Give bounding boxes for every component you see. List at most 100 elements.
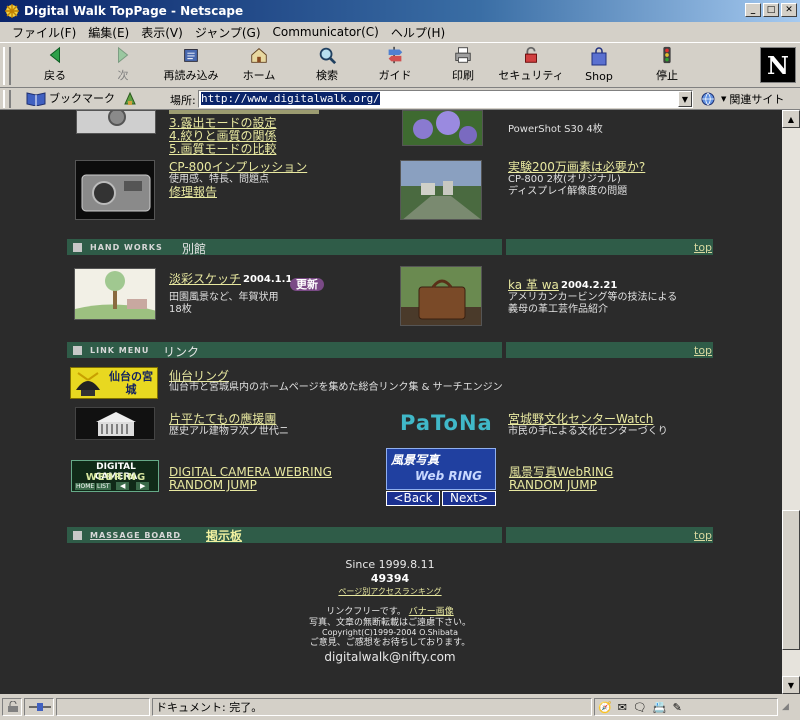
navigator-icon[interactable]: 🧭 — [598, 701, 612, 714]
url-input[interactable]: http://www.digitalwalk.org/ — [198, 90, 693, 108]
status-bar: ドキュメント: 完了。 🧭 ✉ 🗨 📇 ✎ ◢ — [0, 694, 800, 720]
dc-webring-link[interactable]: DIGITAL CAMERA WEBRING — [169, 465, 332, 479]
mail-icon[interactable]: ✉ — [618, 701, 627, 714]
shop-button[interactable]: Shop — [564, 45, 634, 87]
sendai-ring-banner[interactable]: 仙台の宮城 — [70, 367, 158, 399]
cp800-camera-image — [76, 161, 154, 219]
fukei-next-button[interactable]: Next> — [442, 491, 496, 506]
banner-image-link[interactable]: バナー画像 — [409, 607, 454, 617]
experiment-desc1: CP-800 2枚(オリジナル) — [508, 174, 621, 185]
fukei-random-jump-link[interactable]: RANDOM JUMP — [509, 478, 597, 492]
sketch-thumbnail[interactable] — [74, 268, 156, 320]
experiment-link[interactable]: 実験200万画素は必要か? — [508, 160, 645, 174]
location-grip[interactable] — [3, 90, 11, 108]
print-button[interactable]: 印刷 — [428, 45, 498, 87]
padlock-icon — [525, 46, 537, 63]
home-icon — [251, 48, 267, 63]
guide-signpost-icon — [388, 46, 403, 64]
scroll-up-button[interactable]: ▲ — [782, 110, 800, 128]
minimize-button[interactable]: _ — [745, 3, 761, 17]
hydrangea-thumbnail[interactable] — [402, 110, 483, 146]
leather-bag-thumbnail[interactable] — [400, 266, 482, 326]
newsgroup-icon[interactable]: 🗨 — [633, 701, 647, 714]
home-button[interactable]: ホーム — [224, 45, 294, 87]
patona-logo[interactable]: PaToNa — [400, 411, 493, 435]
kawa-desc2: 義母の革工芸作品紹介 — [508, 304, 608, 315]
katahira-link[interactable]: 片平たてもの應援團 — [169, 412, 276, 426]
menu-edit[interactable]: 編集(E) — [82, 24, 135, 41]
menu-help[interactable]: ヘルプ(H) — [385, 24, 451, 41]
city-view-photo — [401, 161, 481, 219]
section-bullet-icon — [73, 243, 82, 252]
resize-grip-icon[interactable]: ◢ — [782, 702, 796, 716]
dc-webring-random-jump-link[interactable]: RANDOM JUMP — [169, 478, 257, 492]
watercolor-sketch-image — [75, 269, 155, 319]
menu-view[interactable]: 表示(V) — [135, 24, 189, 41]
massage-board-link-en[interactable]: MASSAGE BOARD — [90, 531, 181, 540]
access-ranking-link[interactable]: ページ別アクセスランキング — [290, 586, 490, 597]
forward-button[interactable]: 次 — [88, 45, 158, 87]
menu-go[interactable]: ジャンプ(G) — [189, 24, 267, 41]
back-button[interactable]: 戻る — [20, 45, 90, 87]
guide-button[interactable]: ガイド — [360, 45, 430, 87]
dc-webring-home-button[interactable]: HOME — [75, 483, 96, 490]
dc-webring-next-icon[interactable]: ▶ — [136, 482, 150, 490]
experiment-desc2: ディスプレイ解像度の問題 — [508, 186, 628, 197]
scroll-down-button[interactable]: ▼ — [782, 676, 800, 694]
composer-icon[interactable]: ✎ — [673, 701, 682, 714]
search-button[interactable]: 検索 — [292, 45, 362, 87]
scroll-thumb[interactable] — [782, 510, 800, 650]
historic-building-image — [96, 412, 136, 436]
bookmarks-button[interactable]: ブックマーク — [26, 90, 115, 106]
window-titlebar: Digital Walk TopPage - Netscape _ □ ✕ — [0, 0, 800, 22]
menu-file[interactable]: ファイル(F) — [6, 24, 82, 41]
fukei-webring-link[interactable]: 風景写真WebRING — [509, 465, 613, 479]
camera-thumbnail-partial[interactable] — [76, 110, 156, 134]
security-status-cell[interactable] — [2, 698, 22, 716]
progress-cell — [56, 698, 150, 716]
miyagino-link[interactable]: 宮城野文化センターWatch — [508, 412, 653, 426]
dc-webring-prev-icon[interactable]: ◀ — [116, 482, 130, 490]
quality-mode-link[interactable]: 5.画質モードの比較 — [169, 142, 276, 156]
linkmenu-top-link[interactable]: top — [694, 344, 712, 357]
fukei-back-button[interactable]: <Back — [386, 491, 440, 506]
security-button[interactable]: セキュリティ — [496, 45, 566, 87]
status-text-cell: ドキュメント: 完了。 — [152, 698, 592, 716]
handworks-top-link[interactable]: top — [694, 241, 712, 254]
kawa-link[interactable]: ka 革 wa — [508, 278, 559, 292]
city-view-thumbnail[interactable] — [400, 160, 482, 220]
massage-top-link[interactable]: top — [694, 529, 712, 542]
page-content: 3.露出モードの設定 4.絞りと画質の関係 5.画質モードの比較 PowerSh… — [0, 110, 782, 694]
addressbook-icon[interactable]: 📇 — [653, 701, 667, 714]
stop-button[interactable]: 停止 — [632, 45, 702, 87]
toolbar-grip[interactable] — [3, 47, 11, 85]
aperture-quality-link[interactable]: 4.絞りと画質の関係 — [169, 129, 276, 143]
reload-button[interactable]: 再読み込み — [156, 45, 226, 87]
location-label: 場所: — [170, 94, 196, 107]
cp800-impression-link[interactable]: CP-800インプレッション — [169, 160, 307, 174]
close-button[interactable]: ✕ — [781, 3, 797, 17]
cp800-thumbnail[interactable] — [75, 160, 155, 220]
sendai-ring-link[interactable]: 仙台リング — [169, 369, 229, 383]
vertical-scrollbar[interactable]: ▲ ▼ — [782, 110, 800, 694]
sketch-link[interactable]: 淡彩スケッチ — [169, 272, 241, 286]
katahira-desc: 歴史アル建物ヲ次ノ世代ニ — [169, 426, 289, 437]
netscape-throbber-logo[interactable]: N — [760, 47, 796, 83]
online-status-cell[interactable] — [24, 698, 54, 716]
dc-webring-banner[interactable]: DIGITAL CAMERA WEBRING HOME LIST ◀ ▶ — [71, 460, 159, 492]
contact-email[interactable]: digitalwalk@nifty.com — [290, 649, 490, 665]
dc-webring-list-button[interactable]: LIST — [96, 483, 111, 490]
related-sites-button[interactable]: ▼ 関連サイト — [700, 91, 784, 107]
menu-communicator[interactable]: Communicator(C) — [267, 25, 385, 39]
exposure-mode-link[interactable]: 3.露出モードの設定 — [169, 116, 276, 130]
maximize-button[interactable]: □ — [763, 3, 779, 17]
katahira-banner[interactable] — [75, 407, 155, 440]
window-title: Digital Walk TopPage - Netscape — [24, 4, 244, 18]
sketch-desc2: 18枚 — [169, 304, 192, 315]
linkmenu-title-jp: リンク — [163, 345, 200, 359]
fukei-webring-banner[interactable]: 風景写真 Web RING — [386, 448, 496, 490]
massage-board-link[interactable]: 掲示板 — [206, 527, 242, 544]
url-dropdown-button[interactable]: ▼ — [678, 91, 692, 107]
repair-report-link[interactable]: 修理報告 — [169, 185, 217, 199]
page-proxy-icon[interactable] — [122, 91, 138, 107]
